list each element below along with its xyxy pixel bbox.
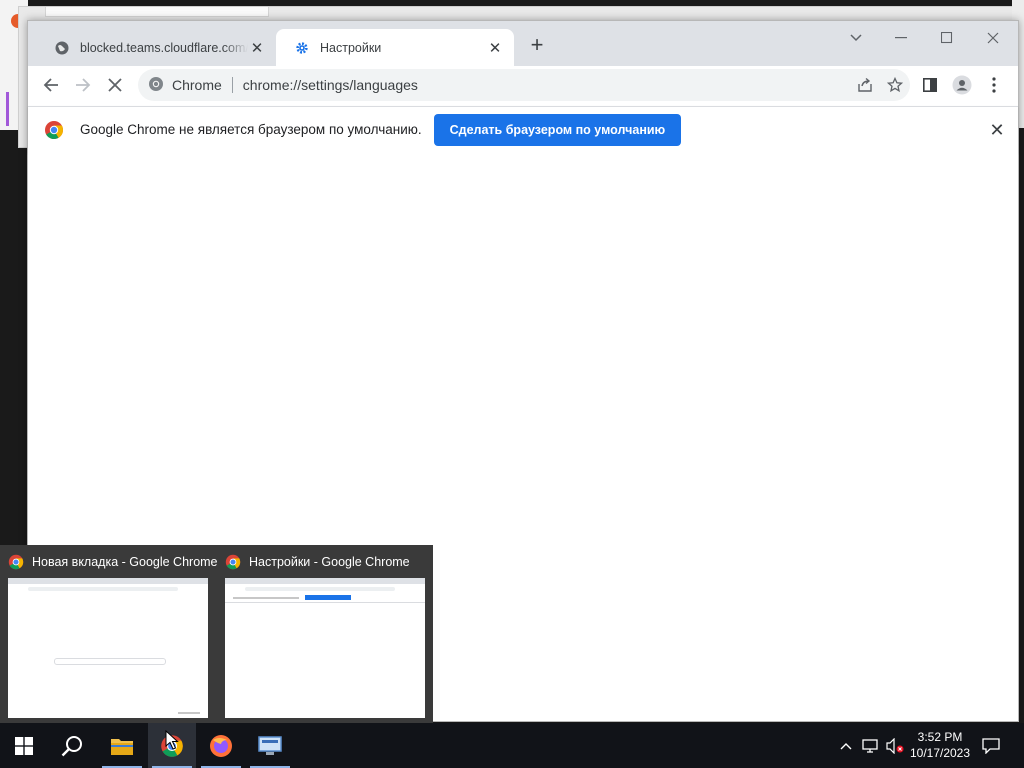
share-icon[interactable] (850, 70, 880, 100)
search-button[interactable] (48, 723, 96, 768)
chrome-logo-icon (148, 76, 164, 95)
windows-logo-icon (15, 736, 33, 755)
notification-icon[interactable] (978, 723, 1004, 768)
taskbar-preview-popup: Новая вкладка - Google Chrome Настройки … (0, 545, 433, 723)
tab-blocked[interactable]: blocked.teams.cloudflare.com/?bi ✕ (36, 29, 276, 66)
globe-icon (54, 40, 70, 56)
infobar-message: Google Chrome не является браузером по у… (80, 122, 422, 137)
maximize-button[interactable] (929, 25, 965, 51)
chrome-logo-icon (44, 120, 64, 140)
profile-avatar-icon[interactable] (947, 70, 977, 100)
monitor-app-icon (258, 735, 282, 755)
preview-image (225, 578, 425, 718)
mouse-cursor-icon (165, 729, 179, 753)
preview-settings[interactable]: Настройки - Google Chrome (217, 545, 427, 723)
network-icon[interactable] (860, 723, 882, 768)
preview-new-tab[interactable]: Новая вкладка - Google Chrome (0, 545, 218, 723)
remote-desktop-taskbar-button[interactable] (246, 723, 294, 768)
address-bar[interactable]: Chrome chrome://settings/languages (138, 69, 910, 101)
close-infobar-icon[interactable]: ✕ (986, 119, 1008, 141)
stop-loading-button[interactable] (100, 70, 130, 100)
chrome-logo-icon (225, 554, 241, 570)
close-window-button[interactable] (975, 25, 1011, 51)
chip-label: Chrome (172, 77, 222, 93)
chrome-page-chip[interactable]: Chrome (138, 76, 222, 95)
clock-time: 3:52 PM (917, 730, 963, 744)
close-tab-icon[interactable]: ✕ (486, 39, 504, 57)
browser-toolbar: Chrome chrome://settings/languages (28, 66, 1018, 104)
preview-image (8, 578, 208, 718)
kebab-menu-icon[interactable] (979, 70, 1009, 100)
tab-strip: blocked.teams.cloudflare.com/?bi ✕ Настр… (28, 21, 1018, 66)
search-icon (61, 735, 82, 756)
minimize-button[interactable] (883, 25, 919, 51)
tab-title: blocked.teams.cloudflare.com/?bi (80, 40, 248, 55)
firefox-taskbar-button[interactable] (197, 723, 245, 768)
file-explorer-button[interactable] (98, 723, 146, 768)
omnibox-separator (231, 77, 233, 93)
volume-muted-icon[interactable] (884, 723, 906, 768)
firefox-icon (210, 734, 232, 757)
chrome-logo-icon (8, 554, 24, 570)
background-accent-bar (6, 92, 9, 126)
settings-gear-icon (294, 40, 310, 56)
preview-title: Новая вкладка - Google Chrome (32, 555, 218, 569)
windows-taskbar: 3:52 PM 10/17/2023 (0, 723, 1024, 768)
system-clock[interactable]: 3:52 PM 10/17/2023 (905, 729, 975, 761)
forward-button[interactable] (68, 70, 98, 100)
clock-date: 10/17/2023 (909, 746, 971, 760)
tab-title: Настройки (320, 40, 382, 55)
tab-settings[interactable]: Настройки ✕ (276, 29, 514, 66)
back-button[interactable] (36, 70, 66, 100)
url-text: chrome://settings/languages (242, 77, 418, 93)
new-tab-button[interactable]: + (526, 34, 548, 57)
show-hidden-icons-chevron[interactable] (836, 723, 856, 768)
bookmark-star-icon[interactable] (880, 70, 910, 100)
tab-search-chevron-icon[interactable] (838, 25, 874, 51)
start-button[interactable] (0, 723, 48, 768)
folder-icon (111, 738, 133, 755)
set-default-browser-button[interactable]: Сделать браузером по умолчанию (433, 113, 682, 146)
background-tab (45, 7, 269, 17)
close-tab-icon[interactable]: ✕ (248, 39, 266, 57)
default-browser-infobar: Google Chrome не является браузером по у… (28, 106, 1018, 153)
preview-title: Настройки - Google Chrome (249, 555, 410, 569)
side-panel-icon[interactable] (915, 70, 945, 100)
